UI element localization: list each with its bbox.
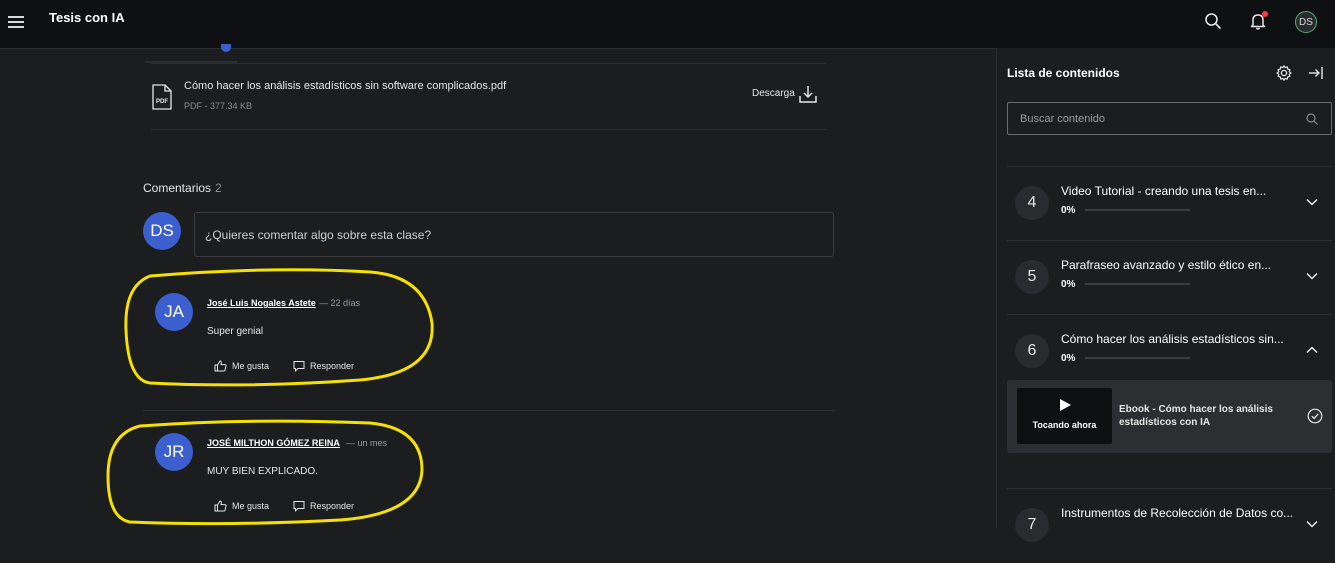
chevron-down-icon[interactable] — [1305, 195, 1319, 209]
lesson-title: Ebook - Cómo hacer los análisis estadíst… — [1119, 404, 1273, 428]
like-label: Me gusta — [232, 501, 270, 511]
hamburger-menu-icon[interactable] — [8, 13, 24, 29]
file-name[interactable]: Cómo hacer los análisis estadísticos sin… — [184, 80, 506, 92]
highlight-annotation — [124, 268, 434, 387]
chevron-down-icon[interactable] — [1305, 517, 1319, 531]
like-label: Me gusta — [232, 361, 270, 371]
search-icon[interactable] — [1203, 11, 1223, 31]
download-icon[interactable] — [798, 84, 818, 104]
collapse-sidebar-icon[interactable] — [1306, 64, 1324, 82]
comments-title: Comentarios — [143, 181, 212, 195]
comment-divider — [143, 410, 835, 411]
item-number: 4 — [1015, 186, 1049, 220]
comment-time: — un mes — [346, 438, 388, 448]
item-number: 7 — [1015, 508, 1049, 542]
comment-avatar: JA — [155, 293, 193, 331]
content-sidebar: Lista de contenidos 4 Video Tutorial - c… — [996, 48, 1335, 542]
thumbs-up-icon — [214, 360, 227, 372]
play-icon — [1060, 399, 1071, 411]
user-avatar[interactable]: DS — [1295, 11, 1317, 33]
check-circle-icon[interactable] — [1307, 408, 1323, 424]
item-progress-label: 0% — [1061, 205, 1076, 216]
content-search-input[interactable] — [1007, 102, 1332, 135]
comment-time: — 22 días — [319, 298, 361, 308]
top-bar: Tesis con IA DS — [0, 0, 1335, 49]
download-button[interactable]: Descarga — [752, 88, 795, 99]
comment-text: Super genial — [207, 326, 264, 337]
comment-text: MUY BIEN EXPLICADO. — [207, 466, 318, 477]
comments-count: 2 — [215, 181, 222, 195]
progress-bar — [1085, 357, 1190, 359]
attachment-row: PDF Cómo hacer los análisis estadísticos… — [151, 63, 826, 130]
reply-button[interactable]: Responder — [293, 360, 354, 372]
item-number: 6 — [1015, 334, 1049, 368]
item-progress-label: 0% — [1061, 279, 1076, 290]
item-title: Parafraseo avanzado y estilo ético en... — [1061, 258, 1272, 272]
file-meta: PDF - 377.34 KB — [184, 101, 253, 111]
reply-label: Responder — [310, 361, 355, 371]
progress-bar — [1085, 209, 1190, 211]
like-button[interactable]: Me gusta — [214, 360, 269, 372]
current-user-avatar: DS — [143, 212, 181, 250]
comment-author[interactable]: José Luis Nogales Astete — [207, 298, 316, 308]
comment-bubble-icon — [293, 501, 305, 512]
comment-bubble-icon — [293, 361, 305, 372]
notification-dot — [1262, 11, 1268, 17]
chevron-up-icon[interactable] — [1305, 343, 1319, 357]
reply-button[interactable]: Responder — [293, 500, 354, 512]
item-title: Video Tutorial - creando una tesis en... — [1061, 184, 1267, 198]
app-title: Tesis con IA — [49, 10, 125, 25]
svg-text:PDF: PDF — [156, 99, 168, 105]
item-number: 5 — [1015, 260, 1049, 294]
lesson-thumbnail[interactable]: Tocando ahora — [1017, 388, 1112, 444]
sidebar-title: Lista de contenidos — [1007, 66, 1120, 80]
comment-author[interactable]: JOSÉ MILTHON GÓMEZ REINA — [207, 438, 340, 448]
gear-icon[interactable] — [1275, 64, 1293, 82]
content-item[interactable]: 7 Instrumentos de Recolección de Datos c… — [1007, 488, 1332, 563]
comment-avatar: JR — [155, 433, 193, 471]
comments-heading: Comentarios 2 — [143, 181, 222, 195]
progress-bar — [1085, 283, 1190, 285]
comment-input[interactable] — [194, 212, 834, 257]
item-title: Cómo hacer los análisis estadísticos sin… — [1061, 332, 1284, 346]
search-icon[interactable] — [1305, 112, 1319, 126]
now-playing-lesson[interactable]: Tocando ahora Ebook - Cómo hacer los aná… — [1007, 380, 1332, 453]
content-item[interactable]: 4 Video Tutorial - creando una tesis en.… — [1007, 166, 1332, 241]
pdf-file-icon: PDF — [152, 84, 172, 110]
like-button[interactable]: Me gusta — [214, 500, 269, 512]
reply-label: Responder — [310, 501, 355, 511]
content-item[interactable]: 5 Parafraseo avanzado y estilo ético en.… — [1007, 240, 1332, 315]
chevron-down-icon[interactable] — [1305, 269, 1319, 283]
thumbs-up-icon — [214, 500, 227, 512]
content-item-expanded[interactable]: 6 Cómo hacer los análisis estadísticos s… — [1007, 314, 1332, 389]
item-progress-label: 0% — [1061, 353, 1076, 364]
now-playing-label: Tocando ahora — [1032, 420, 1097, 430]
item-title: Instrumentos de Recolección de Datos co.… — [1061, 506, 1294, 520]
